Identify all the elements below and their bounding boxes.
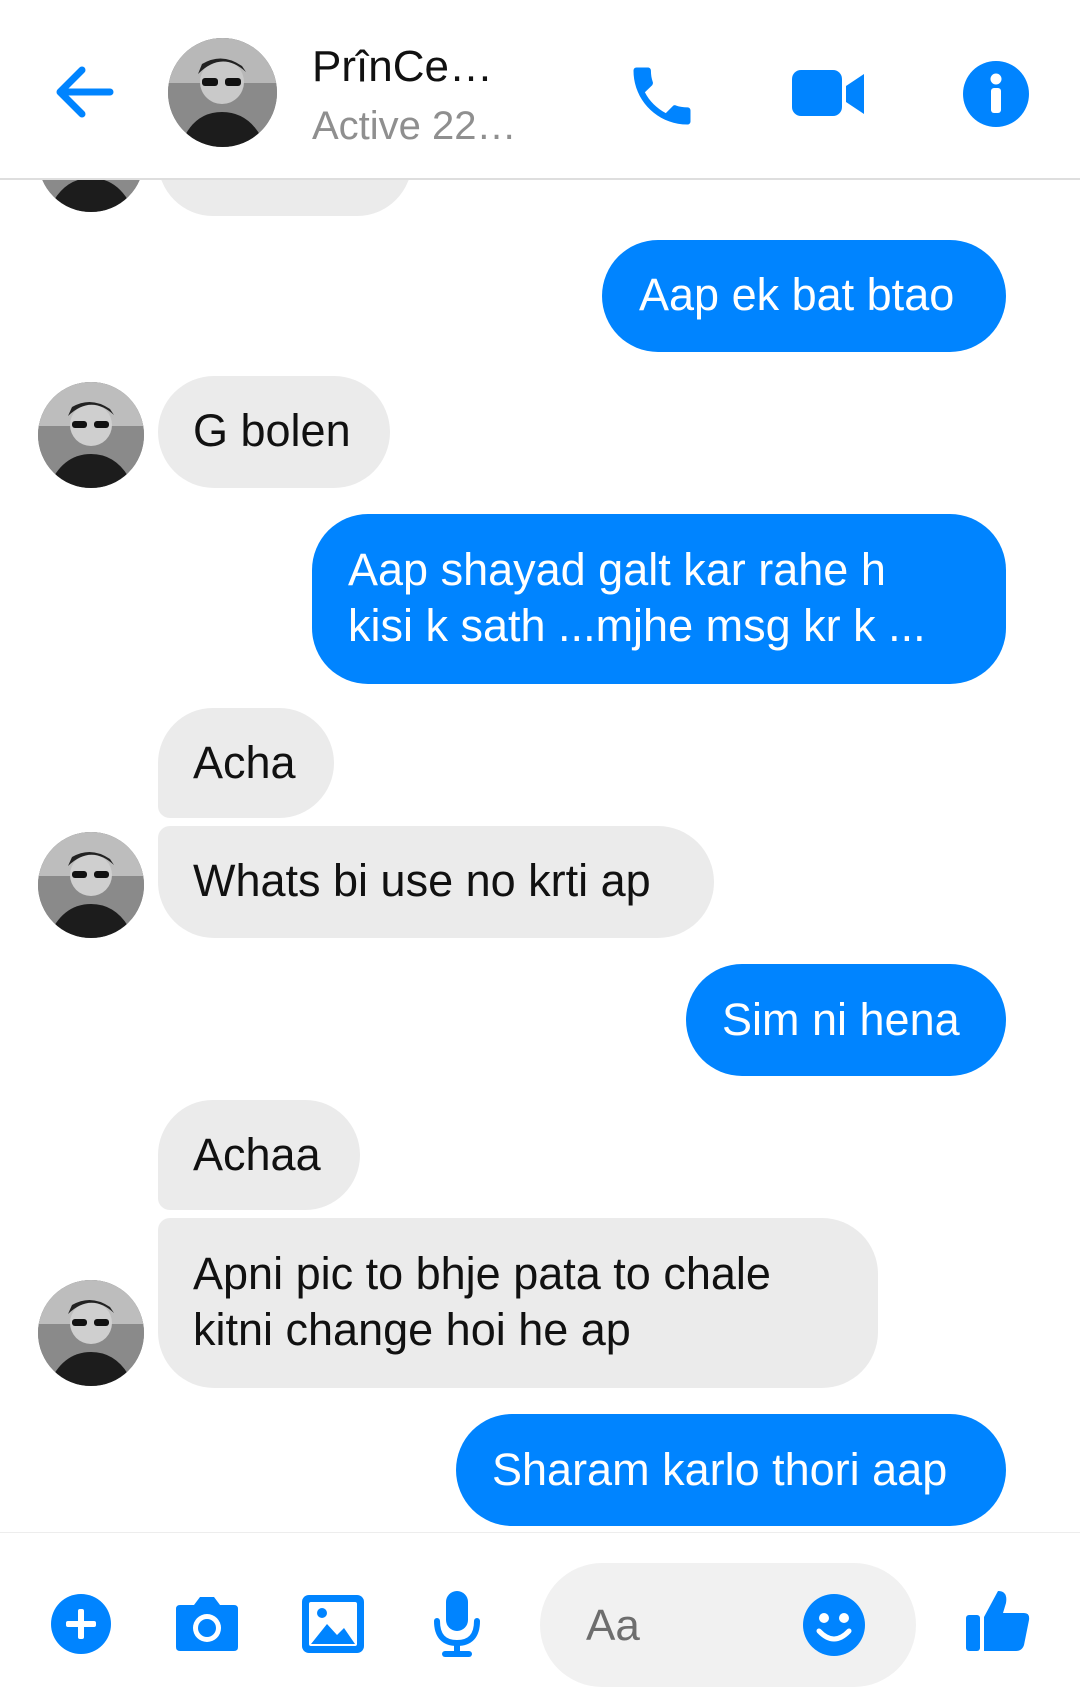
message-text: G bolen: [193, 405, 351, 456]
contact-name[interactable]: PrînCe…: [312, 42, 493, 92]
back-button[interactable]: [48, 55, 122, 129]
info-icon: [963, 61, 1029, 127]
incoming-message-bubble[interactable]: [158, 180, 412, 216]
sender-avatar[interactable]: [38, 180, 144, 212]
microphone-icon: [434, 1591, 480, 1657]
emoji-button[interactable]: [802, 1593, 866, 1657]
camera-button[interactable]: [174, 1595, 240, 1658]
thumbs-up-icon: [966, 1591, 1030, 1651]
message-text: Sharam karlo thori aap: [492, 1444, 948, 1495]
incoming-message-bubble[interactable]: Achaa: [158, 1100, 360, 1210]
incoming-message-bubble[interactable]: Whats bi use no krti ap: [158, 826, 714, 938]
voice-record-button[interactable]: [432, 1589, 482, 1664]
camera-icon: [176, 1597, 238, 1651]
message-text-line: kitni change hoi he ap: [193, 1304, 631, 1355]
back-arrow-icon: [56, 66, 114, 118]
message-text-line: Apni pic to bhje pata to chale: [193, 1248, 771, 1299]
message-text: Achaa: [193, 1129, 321, 1180]
outgoing-message-bubble[interactable]: Aap shayad galt kar rahe h kisi k sath .…: [312, 514, 1006, 684]
emoji-icon: [803, 1594, 865, 1656]
sender-avatar[interactable]: [38, 832, 144, 938]
info-button[interactable]: [962, 60, 1030, 128]
voice-call-button[interactable]: [624, 58, 700, 134]
message-text-line: Aap shayad galt kar rahe h: [348, 544, 886, 595]
message-text: Whats bi use no krti ap: [193, 855, 651, 906]
incoming-message-bubble[interactable]: Acha: [158, 708, 334, 818]
message-text-line: kisi k sath ...mjhe msg kr k ...: [348, 600, 926, 651]
contact-avatar[interactable]: [168, 38, 277, 147]
message-text: Aap ek bat btao: [639, 269, 955, 320]
chat-header: PrînCe… Active 22…: [0, 0, 1080, 180]
video-camera-icon: [792, 70, 864, 116]
message-composer: Aa: [0, 1532, 1080, 1707]
active-status: Active 22…: [312, 104, 517, 148]
message-text: Sim ni hena: [722, 994, 960, 1045]
message-input-placeholder: Aa: [586, 1601, 640, 1650]
incoming-message-bubble[interactable]: G bolen: [158, 376, 390, 488]
outgoing-message-bubble[interactable]: Sim ni hena: [686, 964, 1006, 1076]
more-actions-button[interactable]: [50, 1593, 112, 1660]
message-list[interactable]: Aap ek bat btao G bolen Aap shayad galt …: [0, 180, 1080, 1532]
gallery-button[interactable]: [300, 1593, 366, 1660]
phone-icon: [633, 67, 691, 125]
plus-icon: [51, 1594, 111, 1654]
outgoing-message-bubble[interactable]: Sharam karlo thori aap: [456, 1414, 1006, 1526]
sender-avatar[interactable]: [38, 1280, 144, 1386]
message-text: Acha: [193, 737, 296, 788]
outgoing-message-bubble[interactable]: Aap ek bat btao: [602, 240, 1006, 352]
video-call-button[interactable]: [790, 62, 866, 126]
image-icon: [302, 1595, 364, 1653]
incoming-message-bubble[interactable]: Apni pic to bhje pata to chale kitni cha…: [158, 1218, 878, 1388]
sender-avatar[interactable]: [38, 382, 144, 488]
like-button[interactable]: [964, 1587, 1032, 1660]
message-input[interactable]: Aa: [540, 1563, 916, 1687]
